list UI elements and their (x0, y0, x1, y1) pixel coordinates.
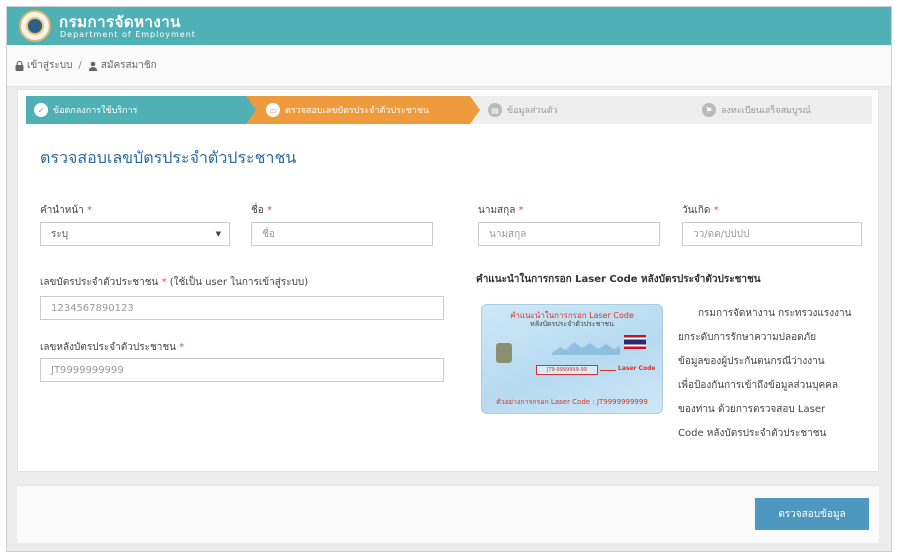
verify-button[interactable]: ตรวจสอบข้อมูล (755, 498, 869, 530)
thai-flag-icon (624, 335, 646, 349)
action-bar: ตรวจสอบข้อมูล (17, 485, 879, 543)
flag-icon: ⚑ (702, 103, 716, 117)
step-arrow (470, 96, 480, 124)
prefix-select[interactable]: ระบุ ▼ (40, 222, 230, 246)
card-guide-footer: ตัวอย่างการกรอก Laser Code : JT999999999… (496, 398, 648, 406)
breadcrumb-login[interactable]: เข้าสู่ระบบ (15, 58, 72, 73)
step-personal-info[interactable]: ▤ ข้อมูลส่วนตัว (488, 96, 668, 124)
step-personal-info-label: ข้อมูลส่วนตัว (507, 106, 558, 116)
laser-code-label-tag: Laser Code (618, 365, 656, 372)
wizard-steps: ✓ ข้อตกลงการใช้บริการ ▭ ตรวจสอบเลขบัตรปร… (26, 96, 872, 124)
step-arrow (246, 96, 256, 124)
laser-code-box: JT9-9999999-99 (536, 365, 598, 375)
id-number-input[interactable]: 1234567890123 (40, 296, 444, 320)
laser-code-label: เลขหลังบัตรประจำตัวประชาชน * (40, 342, 185, 353)
card-pattern-icon (552, 342, 620, 355)
step-terms-label: ข้อตกลงการใช้บริการ (53, 106, 138, 116)
page-title: ตรวจสอบเลขบัตรประจำตัวประชาชน (40, 148, 297, 167)
breadcrumb-separator: / (78, 60, 82, 71)
prefix-label: คำนำหน้า * (40, 205, 92, 216)
profile-icon: ▤ (488, 103, 502, 117)
last-name-label: นามสกุล * (478, 205, 524, 216)
user-icon (88, 61, 97, 71)
check-icon: ✓ (34, 103, 48, 117)
id-number-label: เลขบัตรประจำตัวประชาชน * (ใช้เป็น user ใ… (40, 277, 309, 288)
laser-code-guide-title: คำแนะนำในการกรอก Laser Code หลังบัตรประจ… (476, 274, 761, 285)
top-header: กรมการจัดหางาน Department of Employment (7, 7, 891, 45)
step-id-check-label: ตรวจสอบเลขบัตรประจำตัวประชาชน (285, 106, 430, 116)
card-guide-subtitle: หลังบัตรประจำตัวประชาชน (530, 320, 614, 328)
brand-title-en: Department of Employment (60, 30, 196, 39)
caret-down-icon: ▼ (215, 230, 221, 238)
step-complete-label: ลงทะเบียนเสร็จสมบูรณ์ (721, 106, 811, 116)
breadcrumb-register-label: สมัครสมาชิก (100, 60, 157, 71)
laser-code-pointer (600, 370, 616, 371)
department-logo-icon[interactable] (19, 10, 51, 42)
id-card-back-illustration: คำแนะนำในการกรอก Laser Code หลังบัตรประจ… (481, 304, 663, 414)
last-name-input[interactable]: นามสกุล (478, 222, 660, 246)
card-chip-icon (496, 343, 512, 363)
laser-code-guide-text: กรมการจัดหางาน กระทรวงแรงงาน ยกระดับการร… (678, 308, 852, 439)
lock-icon (15, 60, 24, 71)
first-name-label: ชื่อ * (251, 205, 272, 216)
laser-code-input[interactable]: JT9999999999 (40, 358, 444, 382)
birth-date-input[interactable]: วว/ดด/ปปปป (682, 222, 862, 246)
breadcrumb-register: สมัครสมาชิก (88, 58, 157, 73)
step-complete[interactable]: ⚑ ลงทะเบียนเสร็จสมบูรณ์ (702, 96, 872, 124)
id-card-icon: ▭ (266, 103, 280, 117)
step-id-check[interactable]: ▭ ตรวจสอบเลขบัตรประจำตัวประชาชน (246, 96, 470, 124)
register-card: ✓ ข้อตกลงการใช้บริการ ▭ ตรวจสอบเลขบัตรปร… (17, 89, 879, 472)
breadcrumb: เข้าสู่ระบบ / สมัครสมาชิก (7, 45, 891, 87)
app-window: กรมการจัดหางาน Department of Employment … (6, 6, 892, 552)
step-terms[interactable]: ✓ ข้อตกลงการใช้บริการ (26, 96, 246, 124)
breadcrumb-login-label: เข้าสู่ระบบ (27, 60, 73, 71)
birth-date-label: วันเกิด * (682, 205, 719, 216)
first-name-input[interactable]: ชื่อ (251, 222, 433, 246)
